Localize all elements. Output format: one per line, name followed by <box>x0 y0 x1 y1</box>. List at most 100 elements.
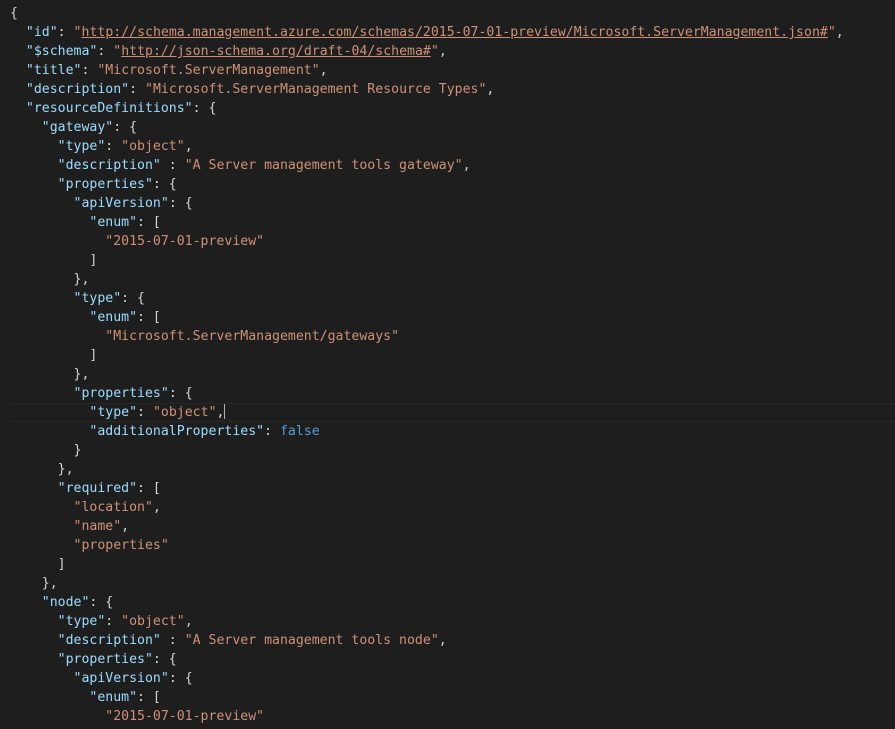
json-punctuation: , <box>184 614 193 629</box>
code-line[interactable]: }, <box>0 574 895 593</box>
json-key: "additionalProperties" <box>89 424 265 439</box>
json-key: "properties" <box>73 386 169 401</box>
code-line[interactable]: "$schema": "http://json-schema.org/draft… <box>0 42 895 61</box>
code-line-current[interactable]: "type": "object", <box>0 403 895 422</box>
code-line[interactable]: ] <box>0 346 895 365</box>
json-punctuation: : <box>57 25 74 40</box>
json-key: "type" <box>57 614 106 629</box>
json-punctuation: }, <box>73 367 90 382</box>
json-url-link[interactable]: http://schema.management.azure.com/schem… <box>82 25 828 40</box>
json-key: "properties" <box>57 177 153 192</box>
code-line[interactable]: }, <box>0 270 895 289</box>
code-line[interactable]: "enum": [ <box>0 688 895 707</box>
code-line[interactable]: "properties": { <box>0 175 895 194</box>
code-line[interactable]: "additionalProperties": false <box>0 422 895 441</box>
code-line[interactable]: "properties" <box>0 536 895 555</box>
code-line[interactable]: "id": "http://schema.management.azure.co… <box>0 23 895 42</box>
json-string: " <box>113 44 122 59</box>
code-line[interactable]: "properties": { <box>0 384 895 403</box>
json-key: "$schema" <box>25 44 98 59</box>
json-key: "enum" <box>89 310 138 325</box>
code-line[interactable]: { <box>0 4 895 23</box>
code-line[interactable]: "apiVersion": { <box>0 194 895 213</box>
code-line[interactable]: "apiVersion": { <box>0 669 895 688</box>
json-string: "A Server management tools node" <box>184 633 439 648</box>
json-punctuation: , <box>152 500 161 515</box>
json-punctuation: : <box>160 633 185 648</box>
json-punctuation: : { <box>192 101 217 116</box>
json-punctuation: : { <box>152 177 177 192</box>
code-line[interactable]: "title": "Microsoft.ServerManagement", <box>0 61 895 80</box>
code-line[interactable]: "description" : "A Server management too… <box>0 156 895 175</box>
code-line[interactable]: "properties": { <box>0 650 895 669</box>
code-line[interactable]: }, <box>0 365 895 384</box>
code-line[interactable]: "required": [ <box>0 479 895 498</box>
code-line[interactable]: "description" : "A Server management too… <box>0 631 895 650</box>
code-line[interactable]: "gateway": { <box>0 118 895 137</box>
json-punctuation: : { <box>152 652 177 667</box>
code-line[interactable]: "enum": [ <box>0 213 895 232</box>
json-string: "properties" <box>73 538 169 553</box>
json-punctuation: : <box>97 44 114 59</box>
json-punctuation: : { <box>89 595 114 610</box>
json-key: "resourceDefinitions" <box>25 101 193 116</box>
code-line[interactable]: "enum": [ <box>0 308 895 327</box>
code-line[interactable]: "resourceDefinitions": { <box>0 99 895 118</box>
code-editor[interactable]: { "id": "http://schema.management.azure.… <box>0 0 895 729</box>
code-line[interactable]: "2015-07-01-preview" <box>0 707 895 726</box>
json-key: "apiVersion" <box>73 671 169 686</box>
json-key: "id" <box>25 25 58 40</box>
json-key: "properties" <box>57 652 153 667</box>
json-punctuation: : <box>105 614 122 629</box>
json-punctuation: }, <box>57 462 74 477</box>
json-url-link[interactable]: http://json-schema.org/draft-04/schema# <box>121 44 431 59</box>
json-key: "description" <box>57 633 161 648</box>
json-punctuation: , <box>121 519 130 534</box>
json-key: "node" <box>41 595 90 610</box>
code-line[interactable]: "node": { <box>0 593 895 612</box>
code-line[interactable]: "type": { <box>0 289 895 308</box>
json-key: "type" <box>73 291 122 306</box>
json-string: "Microsoft.ServerManagement" <box>97 63 320 78</box>
code-line[interactable]: "description": "Microsoft.ServerManageme… <box>0 80 895 99</box>
json-punctuation: : <box>264 424 280 439</box>
code-line[interactable]: ] <box>0 251 895 270</box>
code-line[interactable]: ] <box>0 555 895 574</box>
code-line[interactable]: "type": "object", <box>0 612 895 631</box>
json-key: "gateway" <box>41 120 114 135</box>
json-punctuation: : { <box>168 196 193 211</box>
json-punctuation: , <box>438 633 447 648</box>
code-line[interactable]: "name", <box>0 517 895 536</box>
json-key: "required" <box>57 481 138 496</box>
json-punctuation: : <box>105 139 122 154</box>
json-boolean: false <box>279 424 320 439</box>
code-line[interactable]: "type": "object", <box>0 137 895 156</box>
json-punctuation: , <box>184 139 193 154</box>
json-punctuation: : <box>81 63 98 78</box>
code-line[interactable]: "2015-07-01-preview" <box>0 232 895 251</box>
json-punctuation: }, <box>73 272 90 287</box>
code-line[interactable]: } <box>0 441 895 460</box>
code-line[interactable]: "location", <box>0 498 895 517</box>
code-line[interactable]: }, <box>0 460 895 479</box>
json-punctuation: : <box>137 405 153 420</box>
code-line[interactable]: "Microsoft.ServerManagement/gateways" <box>0 327 895 346</box>
